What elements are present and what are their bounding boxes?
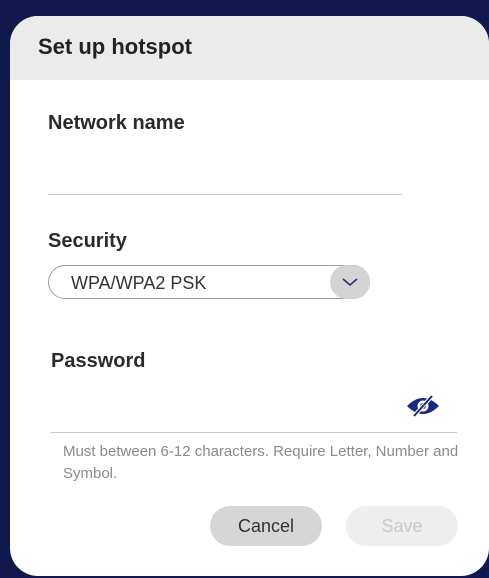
eye-slash-icon[interactable] <box>405 394 441 418</box>
security-dropdown[interactable]: WPA/WPA2 PSK <box>48 265 370 299</box>
password-underline <box>51 432 457 433</box>
dialog-header: Set up hotspot <box>10 16 489 80</box>
network-name-label: Network name <box>48 112 185 134</box>
hotspot-dialog: Set up hotspot Network name Security WPA… <box>10 16 489 576</box>
password-label: Password <box>51 350 146 372</box>
security-label: Security <box>48 230 127 252</box>
password-hint: Must between 6-12 characters. Require Le… <box>63 443 459 482</box>
dialog-title: Set up hotspot <box>38 34 192 59</box>
cancel-button[interactable]: Cancel <box>210 506 322 546</box>
security-selected-value: WPA/WPA2 PSK <box>71 273 207 293</box>
chevron-down-icon[interactable] <box>330 265 370 299</box>
network-name-input[interactable] <box>48 156 402 195</box>
save-button: Save <box>346 506 458 546</box>
password-input[interactable] <box>51 388 391 418</box>
